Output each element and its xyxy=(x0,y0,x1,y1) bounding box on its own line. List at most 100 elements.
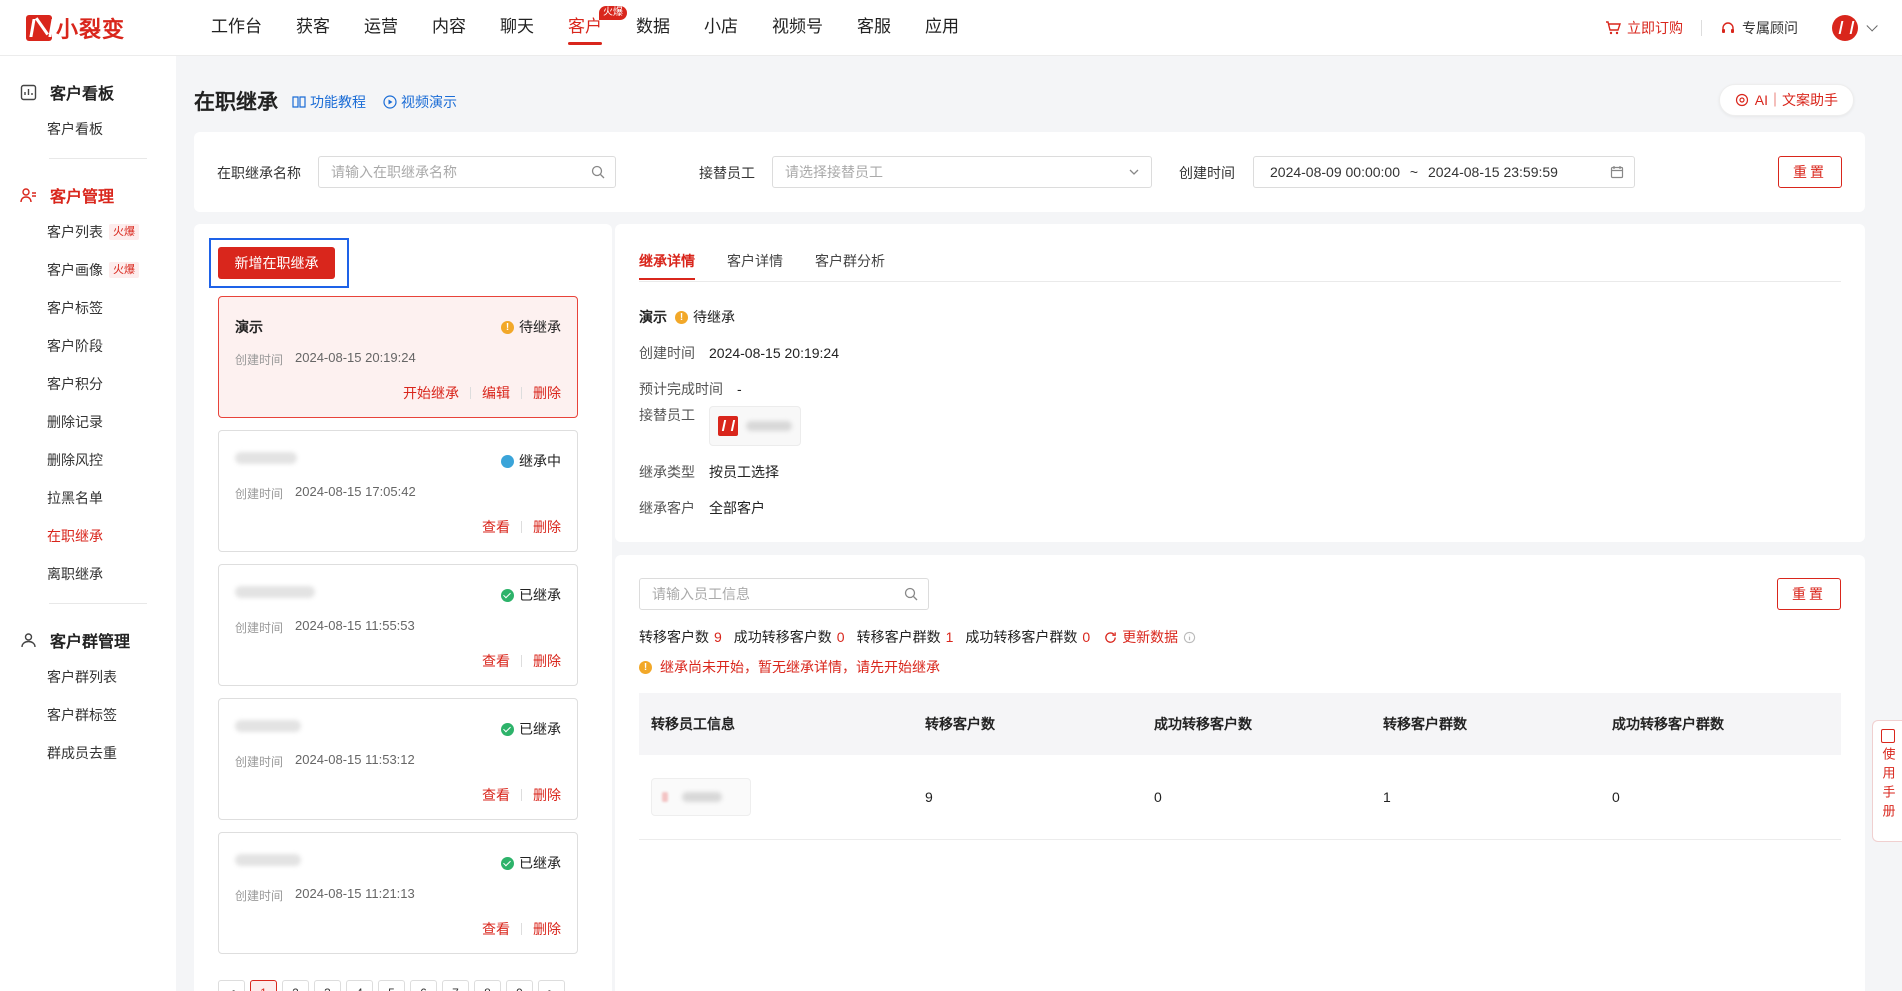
search-icon xyxy=(904,587,918,601)
inherit-card[interactable]: 已继承 创建时间 2024-08-15 11:53:12 查看 删除 xyxy=(218,698,578,820)
sidebar-item-resign-inherit[interactable]: 离职继承 xyxy=(0,555,176,593)
action-divider xyxy=(521,387,522,399)
user-manage-icon xyxy=(20,187,36,202)
staff-select-placeholder: 请选择接替员工 xyxy=(785,164,883,180)
view-link[interactable]: 查看 xyxy=(482,785,510,805)
staff-info-cell xyxy=(639,778,925,816)
card-actions: 查看 删除 xyxy=(482,919,561,939)
nav-item-channels[interactable]: 视频号 xyxy=(755,0,840,56)
card-name: 演示 xyxy=(235,319,263,335)
add-inherit-button[interactable]: 新增在职继承 xyxy=(218,247,335,279)
edit-link[interactable]: 编辑 xyxy=(482,383,510,403)
name-search-input[interactable]: 请输入在职继承名称 xyxy=(318,156,616,188)
view-link[interactable]: 查看 xyxy=(482,919,510,939)
detail-panel: 继承详情 客户详情 客户群分析 演示 待继承 创建时间 2024-08-15 2… xyxy=(615,224,1865,542)
inherit-card[interactable]: 已继承 创建时间 2024-08-15 11:21:13 查看 删除 xyxy=(218,832,578,954)
tab-inherit-detail[interactable]: 继承详情 xyxy=(639,251,695,280)
sidebar-item-group-tags[interactable]: 客户群标签 xyxy=(0,696,176,734)
hot-badge: 火爆 xyxy=(109,224,139,240)
view-link[interactable]: 查看 xyxy=(482,651,510,671)
card-actions: 查看 删除 xyxy=(482,517,561,537)
sidebar-item-customer-points[interactable]: 客户积分 xyxy=(0,365,176,403)
check-icon xyxy=(501,722,514,736)
user-manual-button[interactable]: 使用手册 xyxy=(1872,720,1902,842)
delete-link[interactable]: 删除 xyxy=(533,517,561,537)
view-link[interactable]: 查看 xyxy=(482,517,510,537)
sidebar-item-group-list[interactable]: 客户群列表 xyxy=(0,658,176,696)
tab-customer-detail[interactable]: 客户详情 xyxy=(727,251,783,271)
date-range-picker[interactable]: 2024-08-09 00:00:00 ~ 2024-08-15 23:59:5… xyxy=(1253,156,1635,188)
page-button[interactable]: 3 xyxy=(314,980,341,991)
page-button[interactable]: 9 xyxy=(506,980,533,991)
name-search-placeholder: 请输入在职继承名称 xyxy=(331,164,457,180)
page-button[interactable]: 1 xyxy=(250,980,277,991)
sidebar-head-board[interactable]: 客户看板 xyxy=(0,74,176,110)
delete-link[interactable]: 删除 xyxy=(533,651,561,671)
sidebar-item-group-dedupe[interactable]: 群成员去重 xyxy=(0,734,176,772)
warning-icon: ! xyxy=(639,660,652,674)
sidebar-item-blacklist[interactable]: 拉黑名单 xyxy=(0,479,176,517)
card-status-label: 已继承 xyxy=(519,855,561,871)
page-button[interactable]: 4 xyxy=(346,980,373,991)
inherit-card[interactable]: 已继承 创建时间 2024-08-15 11:55:53 查看 删除 xyxy=(218,564,578,686)
advisor-link[interactable]: 专属顾问 xyxy=(1702,18,1816,38)
ai-assistant-label: AI｜文案助手 xyxy=(1754,92,1838,108)
refresh-data-button[interactable]: 更新数据 xyxy=(1104,627,1196,647)
nav-item-content[interactable]: 内容 xyxy=(415,0,483,56)
card-actions: 查看 删除 xyxy=(482,651,561,671)
tab-group-analysis[interactable]: 客户群分析 xyxy=(815,251,885,271)
inherit-card[interactable]: 演示 待继承 创建时间 2024-08-15 20:19:24 开始继承 编辑 … xyxy=(218,296,578,418)
sidebar-head-manage[interactable]: 客户管理 xyxy=(0,177,176,213)
page-button[interactable]: 6 xyxy=(410,980,437,991)
nav-item-workbench[interactable]: 工作台 xyxy=(194,0,279,56)
page-button[interactable]: 8 xyxy=(474,980,501,991)
video-link[interactable]: 视频演示 xyxy=(383,92,457,112)
staff-select[interactable]: 请选择接替员工 xyxy=(772,156,1152,188)
delete-link[interactable]: 删除 xyxy=(533,919,561,939)
sidebar-head-group[interactable]: 客户群管理 xyxy=(0,622,176,658)
page-button[interactable]: 7 xyxy=(442,980,469,991)
ai-assistant-button[interactable]: AI｜文案助手 xyxy=(1718,84,1854,116)
sidebar-item-customer-list[interactable]: 客户列表 火爆 xyxy=(0,213,176,251)
nav-item-service[interactable]: 客服 xyxy=(840,0,908,56)
chevron-down-icon[interactable] xyxy=(1866,20,1878,32)
nav-item-acquire[interactable]: 获客 xyxy=(279,0,347,56)
sidebar-item-delete-records[interactable]: 删除记录 xyxy=(0,403,176,441)
order-link[interactable]: 立即订购 xyxy=(1587,18,1701,38)
cart-icon xyxy=(1606,21,1621,35)
filter-bar: 在职继承名称 请输入在职继承名称 接替员工 请选择接替员工 创建时间 2024-… xyxy=(194,132,1865,212)
nav-item-apps[interactable]: 应用 xyxy=(908,0,976,56)
nav-item-operate[interactable]: 运营 xyxy=(347,0,415,56)
staff-search-input[interactable]: 请输入员工信息 xyxy=(639,578,929,610)
data-reset-button[interactable]: 重置 xyxy=(1777,578,1841,610)
sidebar-item-delete-risk[interactable]: 删除风控 xyxy=(0,441,176,479)
page-button[interactable]: 5 xyxy=(378,980,405,991)
page-next-button[interactable]: > xyxy=(538,980,565,991)
filter-reset-button[interactable]: 重置 xyxy=(1778,156,1842,188)
sidebar-item-customer-stage[interactable]: 客户阶段 xyxy=(0,327,176,365)
user-avatar[interactable] xyxy=(1832,15,1858,41)
brand-name: 小裂变 xyxy=(56,16,126,42)
info-icon[interactable] xyxy=(1183,631,1196,644)
nav-item-shop[interactable]: 小店 xyxy=(687,0,755,56)
nav-item-customer[interactable]: 客户 火爆 xyxy=(551,0,627,56)
sidebar-item-board[interactable]: 客户看板 xyxy=(0,110,176,148)
dashboard-icon xyxy=(20,84,37,100)
sidebar-head-manage-label: 客户管理 xyxy=(50,189,115,206)
delete-link[interactable]: 删除 xyxy=(533,785,561,805)
start-inherit-link[interactable]: 开始继承 xyxy=(403,383,459,403)
page-button[interactable]: 2 xyxy=(282,980,309,991)
sidebar-item-label: 客户画像 xyxy=(47,262,103,278)
page-prev-button[interactable]: < xyxy=(218,980,245,991)
nav-item-chat[interactable]: 聊天 xyxy=(483,0,551,56)
tutorial-link[interactable]: 功能教程 xyxy=(292,92,366,112)
sidebar-item-onjob-inherit[interactable]: 在职继承 xyxy=(0,517,176,555)
sidebar-item-customer-profile[interactable]: 客户画像 火爆 xyxy=(0,251,176,289)
delete-link[interactable]: 删除 xyxy=(533,383,561,403)
brand-logo[interactable]: 小裂变 xyxy=(26,12,194,44)
nav-item-data[interactable]: 数据 xyxy=(619,0,687,56)
nav-right: 立即订购 专属顾问 xyxy=(1587,0,1878,56)
inherit-card[interactable]: 继承中 创建时间 2024-08-15 17:05:42 查看 删除 xyxy=(218,430,578,552)
sidebar-item-customer-tags[interactable]: 客户标签 xyxy=(0,289,176,327)
card-time-label: 创建时间 xyxy=(235,487,284,501)
